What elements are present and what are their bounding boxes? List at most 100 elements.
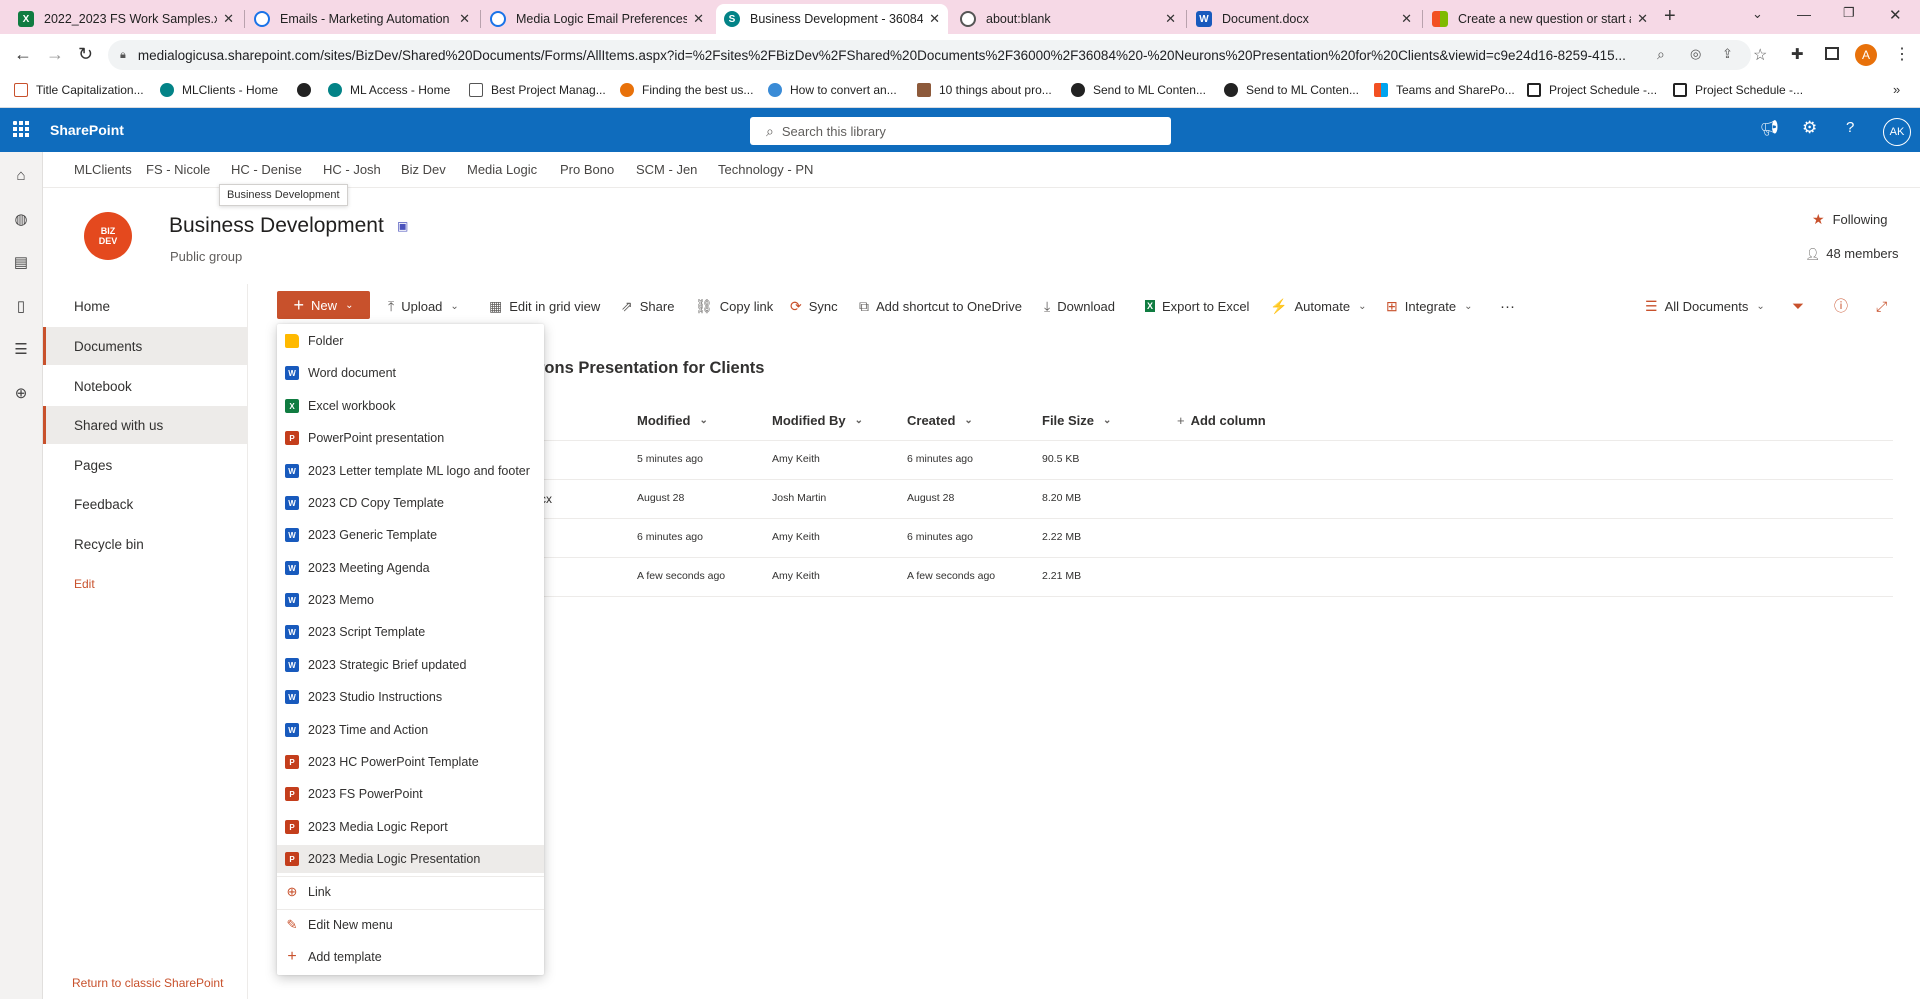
browser-tab-emails[interactable]: Emails - Marketing Automation ✕ [246, 4, 478, 34]
view-selector[interactable]: ☰ All Documents ⌄ [1645, 296, 1765, 316]
menu-item-excel-workbook[interactable]: X Excel workbook [277, 392, 544, 420]
edit-grid-button[interactable]: ▦ Edit in grid view [489, 296, 600, 316]
sidepanel-icon[interactable] [1825, 47, 1839, 60]
menu-item-word-document[interactable]: W Word document [277, 359, 544, 387]
add-shortcut-button[interactable]: ⧉ Add shortcut to OneDrive [859, 296, 1022, 316]
menu-item-memo[interactable]: W 2023 Memo [277, 586, 544, 614]
menu-item-folder[interactable]: Folder [277, 327, 544, 355]
nav-notebook[interactable]: Notebook [43, 367, 248, 405]
new-tab-icon[interactable]: + [1664, 5, 1676, 28]
members-button[interactable]: 👤︎ 48 members [1805, 246, 1898, 261]
menu-item-script-template[interactable]: W 2023 Script Template [277, 618, 544, 646]
close-icon[interactable]: ✕ [1637, 11, 1648, 27]
menu-item-powerpoint[interactable]: P PowerPoint presentation [277, 424, 544, 452]
bookmark-star-icon[interactable]: ☆ [1753, 45, 1767, 65]
hub-nav-mlclients[interactable]: MLClients [74, 162, 132, 177]
hub-nav-scm-jen[interactable]: SCM - Jen [636, 162, 697, 177]
menu-item-time-and-action[interactable]: W 2023 Time and Action [277, 716, 544, 744]
window-close-icon[interactable]: ✕ [1889, 6, 1902, 24]
menu-item-hc-powerpoint[interactable]: P 2023 HC PowerPoint Template [277, 748, 544, 776]
teams-icon[interactable]: ▣ [397, 219, 408, 233]
zoom-icon[interactable]: ⌕ [1657, 46, 1665, 63]
cell-modified-by[interactable]: Amy Keith [772, 570, 820, 582]
menu-item-strategic-brief[interactable]: W 2023 Strategic Brief updated [277, 651, 544, 679]
hub-nav-hc-denise[interactable]: HC - Denise [231, 162, 302, 177]
browser-tab-business-development[interactable]: S Business Development - 36084 - ✕ [716, 4, 948, 34]
menu-item-media-logic-report[interactable]: P 2023 Media Logic Report [277, 813, 544, 841]
tab-search-icon[interactable]: ⌄ [1752, 6, 1763, 22]
nav-pages[interactable]: Pages [43, 446, 248, 484]
bookmark-item[interactable] [297, 83, 319, 97]
browser-tab-create-question[interactable]: Create a new question or start a ✕ [1424, 4, 1656, 34]
filter-icon[interactable]: ⏷ [1792, 296, 1804, 316]
browser-tab-excel[interactable]: X 2022_2023 FS Work Samples.xlsx ✕ [10, 4, 242, 34]
column-header-modified-by[interactable]: Modified By ⌄ [772, 413, 863, 428]
menu-item-edit-new-menu[interactable]: ✎ Edit New menu [277, 911, 544, 939]
close-icon[interactable]: ✕ [1165, 11, 1176, 27]
home-icon[interactable]: ⌂ [11, 165, 31, 185]
gear-icon[interactable]: ⚙ [1802, 118, 1817, 138]
share-button[interactable]: ⇗ Share [621, 296, 674, 316]
globe-icon[interactable]: ◍ [11, 209, 31, 229]
bookmark-item[interactable]: How to convert an... [768, 83, 897, 97]
share-page-icon[interactable]: ⇪ [1722, 46, 1733, 62]
sync-button[interactable]: ⟳ Sync [790, 296, 838, 316]
add-column-button[interactable]: + Add column [1177, 413, 1266, 428]
breadcrumb[interactable]: rons Presentation for Clients [538, 359, 764, 378]
help-icon[interactable]: ? [1846, 119, 1854, 136]
reload-icon[interactable]: ↻ [78, 44, 93, 65]
close-icon[interactable]: ✕ [929, 11, 940, 27]
nav-recycle-bin[interactable]: Recycle bin [43, 525, 248, 563]
tracking-icon[interactable]: ◎ [1690, 46, 1701, 62]
menu-item-studio-instructions[interactable]: W 2023 Studio Instructions [277, 683, 544, 711]
megaphone-icon[interactable]: 📢︎ [1760, 119, 1779, 137]
column-header-modified[interactable]: Modified ⌄ [637, 413, 708, 428]
nav-edit-link[interactable]: Edit [74, 577, 95, 591]
hub-nav-hc-josh[interactable]: HC - Josh [323, 162, 381, 177]
bookmark-item[interactable]: Best Project Manag... [469, 83, 606, 97]
hub-nav-media-logic[interactable]: Media Logic [467, 162, 537, 177]
bookmark-item[interactable]: Teams and SharePo... [1374, 83, 1515, 97]
close-icon[interactable]: ✕ [459, 11, 470, 27]
column-header-created[interactable]: Created ⌄ [907, 413, 973, 428]
bookmark-item[interactable]: Finding the best us... [620, 83, 753, 97]
bookmark-item[interactable]: ML Access - Home [328, 83, 450, 97]
hub-nav-pro-bono[interactable]: Pro Bono [560, 162, 614, 177]
bookmark-item[interactable]: Send to ML Conten... [1071, 83, 1206, 97]
menu-item-cd-copy-template[interactable]: W 2023 CD Copy Template [277, 489, 544, 517]
lists-icon[interactable]: ☰ [11, 339, 31, 359]
site-logo[interactable]: BIZ DEV [84, 212, 132, 260]
forward-icon[interactable]: → [46, 44, 64, 65]
extensions-icon[interactable]: ✚ [1791, 45, 1804, 63]
menu-item-generic-template[interactable]: W 2023 Generic Template [277, 521, 544, 549]
automate-button[interactable]: ⚡ Automate ⌄ [1270, 296, 1366, 316]
bookmark-item[interactable]: Title Capitalization... [14, 83, 144, 97]
info-icon[interactable]: ⓘ [1834, 296, 1848, 316]
close-icon[interactable]: ✕ [1401, 11, 1412, 27]
upload-button[interactable]: ⤒ Upload ⌄ [388, 296, 459, 316]
bookmark-item[interactable]: Project Schedule -... [1527, 83, 1657, 97]
export-excel-button[interactable]: X Export to Excel [1145, 296, 1249, 316]
nav-home[interactable]: Home [43, 287, 248, 325]
close-icon[interactable]: ✕ [693, 11, 704, 27]
back-icon[interactable]: ← [14, 44, 32, 65]
menu-item-fs-powerpoint[interactable]: P 2023 FS PowerPoint [277, 780, 544, 808]
app-launcher-icon[interactable] [13, 121, 29, 137]
following-button[interactable]: ★ Following [1812, 211, 1887, 228]
site-title[interactable]: Business Development [169, 214, 384, 238]
browser-tab-email-preferences[interactable]: Media Logic Email Preferences ✕ [482, 4, 712, 34]
news-icon[interactable]: ▤ [11, 252, 31, 272]
browser-tab-document[interactable]: W Document.docx ✕ [1188, 4, 1420, 34]
cell-modified-by[interactable]: Josh Martin [772, 492, 826, 504]
integrate-button[interactable]: ⊞ Integrate ⌄ [1386, 296, 1472, 316]
nav-documents[interactable]: Documents [43, 327, 248, 365]
nav-feedback[interactable]: Feedback [43, 485, 248, 523]
files-icon[interactable]: ▯ [11, 296, 31, 316]
minimize-icon[interactable]: — [1797, 6, 1811, 22]
create-icon[interactable]: ⊕ [11, 383, 31, 403]
cell-modified-by[interactable]: Amy Keith [772, 453, 820, 465]
bookmark-item[interactable]: MLClients - Home [160, 83, 278, 97]
bookmark-item[interactable]: Send to ML Conten... [1224, 83, 1359, 97]
search-input[interactable]: ⌕ Search this library [750, 117, 1171, 145]
close-icon[interactable]: ✕ [223, 11, 234, 27]
